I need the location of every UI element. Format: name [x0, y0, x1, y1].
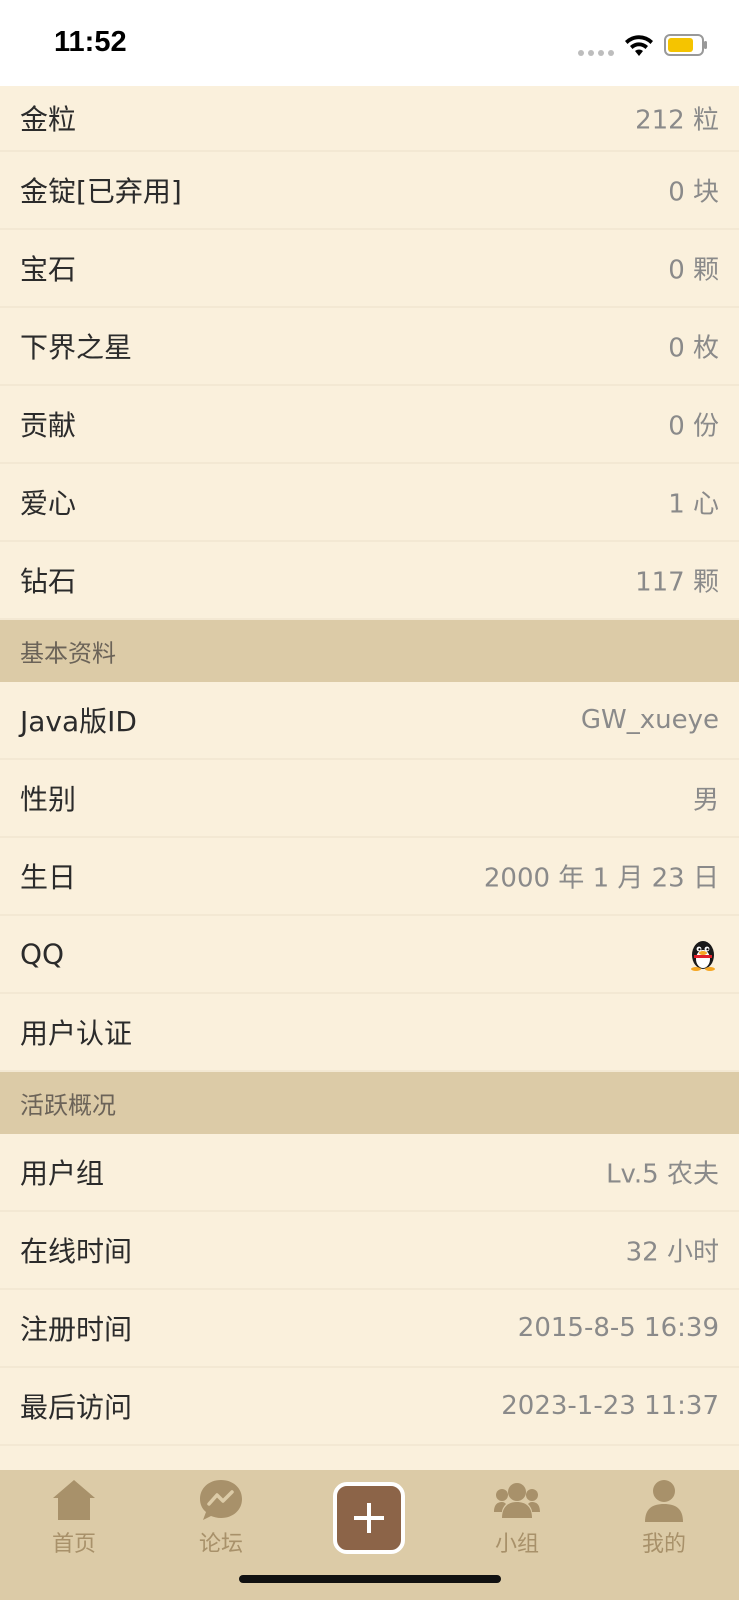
- group-icon: [494, 1483, 540, 1518]
- row-value: 2000 年 1 月 23 日: [483, 863, 719, 894]
- row-value: 男: [692, 785, 719, 816]
- row-value: 0 颗: [668, 255, 719, 286]
- row-label: Java版ID: [20, 705, 137, 738]
- row-label: 金粒: [20, 103, 77, 136]
- tab-label: 论坛: [198, 1532, 243, 1557]
- list-item-online-time[interactable]: 在线时间 32 小时: [0, 1212, 739, 1290]
- section-header-basic-info: 基本资料: [0, 620, 739, 682]
- list-item-love[interactable]: 爱心 1 心: [0, 464, 739, 542]
- list-item-register-time[interactable]: 注册时间 2015-8-5 16:39: [0, 1290, 739, 1368]
- list-item-gold-grain[interactable]: 金粒 212 粒: [0, 86, 739, 152]
- row-label: 性别: [20, 783, 77, 816]
- row-value: 0 块: [668, 177, 719, 208]
- row-value: Lv.5 农夫: [606, 1159, 719, 1190]
- status-time: 11:52: [54, 26, 127, 58]
- row-value: 2015-8-5 16:39: [517, 1313, 719, 1343]
- section-title: 活跃概况: [20, 1091, 116, 1120]
- person-icon: [645, 1480, 683, 1522]
- tab-label: 首页: [51, 1532, 96, 1557]
- row-value: 32 小时: [625, 1237, 719, 1268]
- row-label: 在线时间: [20, 1235, 133, 1268]
- tab-mine[interactable]: 我的: [614, 1478, 714, 1558]
- row-label: 钻石: [20, 565, 77, 598]
- forum-bubble-icon: [200, 1480, 242, 1520]
- section-title: 基本资料: [20, 639, 116, 668]
- tab-label: 我的: [641, 1532, 686, 1557]
- list-item-birthday[interactable]: 生日 2000 年 1 月 23 日: [0, 838, 739, 916]
- row-label: 注册时间: [20, 1313, 133, 1346]
- list-item-diamond[interactable]: 钻石 117 颗: [0, 542, 739, 620]
- row-label: 金锭[已弃用]: [20, 175, 182, 208]
- row-value: 0 枚: [668, 333, 719, 364]
- row-label: 爱心: [20, 487, 77, 520]
- list-item-gender[interactable]: 性别 男: [0, 760, 739, 838]
- row-label: 用户认证: [20, 1017, 133, 1050]
- row-label: 生日: [20, 861, 77, 894]
- tab-forum[interactable]: 论坛: [171, 1478, 271, 1558]
- list-item-java-id[interactable]: Java版ID GW_xueye: [0, 682, 739, 760]
- tab-home[interactable]: 首页: [24, 1478, 124, 1558]
- qq-penguin-icon[interactable]: [687, 937, 719, 971]
- row-value: GW_xueye: [580, 705, 719, 735]
- wifi-icon: [625, 35, 653, 56]
- row-label: 最后访问: [20, 1391, 133, 1424]
- list-item-contribution[interactable]: 贡献 0 份: [0, 386, 739, 464]
- row-value: 1 心: [668, 489, 719, 520]
- list-item-gold-ingot[interactable]: 金锭[已弃用] 0 块: [0, 152, 739, 230]
- list-item-gem[interactable]: 宝石 0 颗: [0, 230, 739, 308]
- list-item-qq[interactable]: QQ: [0, 916, 739, 994]
- battery-icon: [664, 34, 707, 56]
- row-value: 0 份: [668, 411, 719, 442]
- row-label: 宝石: [20, 253, 77, 286]
- row-value: 117 颗: [635, 567, 719, 598]
- signal-icon: [578, 50, 614, 56]
- home-icon: [53, 1480, 95, 1520]
- section-header-activity: 活跃概况: [0, 1072, 739, 1134]
- row-value: 2023-1-23 11:37: [501, 1391, 719, 1421]
- row-label: 用户组: [20, 1157, 105, 1190]
- tab-group[interactable]: 小组: [467, 1478, 567, 1558]
- new-post-button[interactable]: [333, 1482, 405, 1554]
- status-bar: 11:52: [0, 0, 739, 86]
- profile-details-list: 金粒 212 粒 金锭[已弃用] 0 块 宝石 0 颗 下界之星 0 枚 贡献 …: [0, 86, 739, 1446]
- row-label: 下界之星: [20, 331, 133, 364]
- home-indicator[interactable]: [239, 1575, 501, 1583]
- list-item-user-group[interactable]: 用户组 Lv.5 农夫: [0, 1134, 739, 1212]
- list-item-nether-star[interactable]: 下界之星 0 枚: [0, 308, 739, 386]
- row-value: 212 粒: [635, 105, 719, 136]
- list-item-last-visit[interactable]: 最后访问 2023-1-23 11:37: [0, 1368, 739, 1446]
- plus-icon: [354, 1503, 384, 1533]
- tab-label: 小组: [494, 1532, 539, 1557]
- list-item-user-verification[interactable]: 用户认证: [0, 994, 739, 1072]
- row-label: 贡献: [20, 409, 77, 442]
- row-label: QQ: [20, 937, 65, 971]
